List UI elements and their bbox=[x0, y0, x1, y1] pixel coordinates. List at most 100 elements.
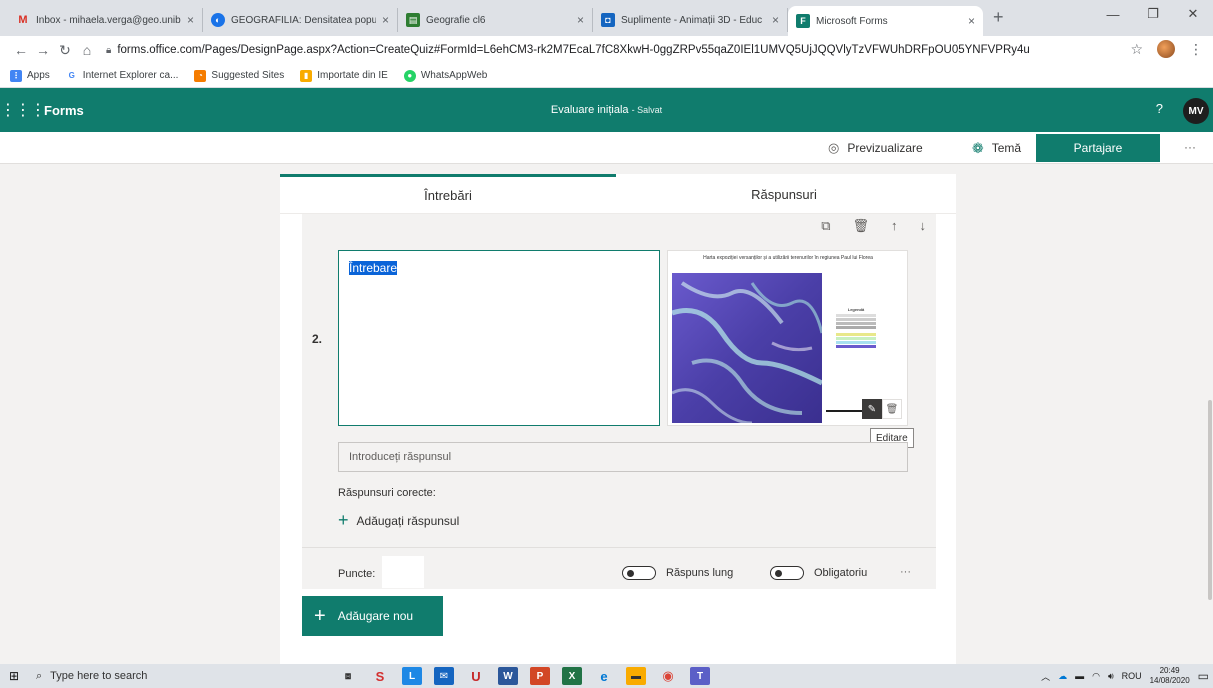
tab-responses-label: Răspunsuri bbox=[751, 186, 817, 202]
edu-icon: ◘ bbox=[601, 13, 615, 27]
image-controls: ✎ 🗑︎ bbox=[862, 399, 902, 419]
app-s-icon[interactable]: S bbox=[370, 667, 390, 685]
clock-date: 14/08/2020 bbox=[1149, 676, 1190, 685]
bookmark-internet-explorer[interactable]: G Internet Explorer ca... bbox=[66, 70, 179, 82]
forms-toolbar: ◎ Previzualizare ❁ Temă Partajare ··· bbox=[0, 132, 1213, 164]
points-input[interactable] bbox=[382, 556, 424, 588]
bookmark-star-icon[interactable]: ☆ bbox=[1130, 41, 1143, 58]
reload-icon[interactable]: ↻ bbox=[54, 42, 76, 59]
edit-pencil-icon[interactable]: ✎ bbox=[862, 399, 882, 419]
form-title[interactable]: Evaluare inițiala - Salvat bbox=[0, 104, 1213, 116]
bookmark-apps[interactable]: ⋮ Apps bbox=[10, 69, 50, 82]
delete-icon[interactable]: 🗑︎ bbox=[852, 218, 869, 234]
word-icon[interactable]: W bbox=[498, 667, 518, 685]
gmail-icon: M bbox=[18, 14, 28, 26]
file-explorer-icon[interactable]: ▬ bbox=[626, 667, 646, 685]
bookmark-whatsapp[interactable]: ● WhatsAppWeb bbox=[403, 69, 487, 82]
close-tab-icon[interactable]: × bbox=[577, 13, 584, 27]
volume-icon[interactable]: 🔊︎ bbox=[1108, 671, 1114, 682]
tray-expand-icon[interactable]: ︿ bbox=[1041, 670, 1050, 683]
close-tab-icon[interactable]: × bbox=[187, 13, 194, 27]
share-button[interactable]: Partajare bbox=[1036, 134, 1160, 162]
long-answer-toggle[interactable]: Răspuns lung bbox=[622, 566, 733, 580]
url-text: forms.office.com/Pages/DesignPage.aspx?A… bbox=[117, 44, 1030, 56]
scrollbar-thumb[interactable] bbox=[1208, 400, 1212, 600]
move-up-icon[interactable]: ↑ bbox=[891, 218, 898, 234]
close-tab-icon[interactable]: × bbox=[772, 13, 779, 27]
window-controls: — ❐ ✕ bbox=[1093, 0, 1213, 28]
question-editor: ⧉ 🗑︎ ↑ ↓ 2. Întrebare Harta expoziției v… bbox=[302, 214, 936, 589]
saved-status: - Salvat bbox=[631, 105, 663, 115]
browser-tab-geografilia[interactable]: ◐ GEOGRAFILIA: Densitatea popula × bbox=[203, 8, 398, 32]
clock-time: 20:49 bbox=[1159, 666, 1180, 675]
forward-icon[interactable]: → bbox=[32, 42, 54, 58]
notifications-icon[interactable]: ▭ bbox=[1198, 669, 1209, 683]
browser-tab-forms[interactable]: F Microsoft Forms × bbox=[788, 6, 983, 36]
excel-icon[interactable]: X bbox=[562, 667, 582, 685]
teams-icon[interactable]: T bbox=[690, 667, 710, 685]
legend-title: Legendă bbox=[847, 307, 865, 312]
close-tab-icon[interactable]: × bbox=[382, 13, 389, 27]
onedrive-icon[interactable]: ☁ bbox=[1058, 671, 1067, 682]
profile-avatar[interactable] bbox=[1157, 40, 1175, 58]
address-bar: ← → ↻ ⌂ 🔒︎ forms.office.com/Pages/DesignP… bbox=[0, 36, 1213, 64]
browser-tab-gmail[interactable]: M Inbox - mihaela.verga@geo.unib × bbox=[8, 8, 203, 32]
url-field[interactable]: 🔒︎ forms.office.com/Pages/DesignPage.aspx… bbox=[106, 44, 1066, 56]
tab-responses[interactable]: Răspunsuri bbox=[616, 174, 952, 214]
answer-input[interactable]: Introduceți răspunsul bbox=[338, 442, 908, 472]
question-footer: Puncte: Răspuns lung Obligatoriu ··· bbox=[302, 547, 936, 589]
wifi-icon[interactable]: ◠ bbox=[1092, 671, 1100, 682]
edge-icon[interactable]: e bbox=[594, 667, 614, 685]
mcafee-icon[interactable]: U bbox=[466, 667, 486, 685]
tab-title: Geografie cl6 bbox=[426, 14, 486, 26]
google-icon: G bbox=[68, 71, 75, 80]
language-indicator[interactable]: ROU bbox=[1122, 671, 1142, 681]
move-down-icon[interactable]: ↓ bbox=[920, 218, 927, 234]
taskbar-apps: ⧈ S L ✉ U W P X e ▬ ◉ T bbox=[338, 667, 710, 685]
tab-questions[interactable]: Întrebări bbox=[280, 174, 616, 214]
question-more-icon[interactable]: ··· bbox=[900, 566, 911, 578]
mail-icon[interactable]: ✉ bbox=[434, 667, 454, 685]
legend-swatch bbox=[836, 314, 876, 317]
new-tab-icon[interactable]: + bbox=[993, 7, 1004, 28]
toggle-switch[interactable] bbox=[770, 566, 804, 580]
minimize-icon[interactable]: — bbox=[1093, 0, 1133, 28]
theme-button[interactable]: ❁ Temă bbox=[972, 132, 1021, 164]
copy-icon[interactable]: ⧉ bbox=[821, 218, 830, 234]
browser-menu-icon[interactable]: ⋮ bbox=[1189, 41, 1203, 58]
bookmark-suggested-sites[interactable]: ◔ Suggested Sites bbox=[194, 69, 285, 82]
plus-icon: + bbox=[338, 510, 349, 530]
maximize-icon[interactable]: ❐ bbox=[1133, 0, 1173, 28]
map-legend: Legendă bbox=[836, 307, 876, 349]
bookmark-label: Suggested Sites bbox=[211, 70, 285, 81]
home-icon[interactable]: ⌂ bbox=[76, 42, 98, 58]
delete-image-icon[interactable]: 🗑︎ bbox=[882, 399, 902, 419]
question-text-input[interactable]: Întrebare bbox=[338, 250, 660, 426]
windows-start-icon[interactable]: ⊞ bbox=[0, 669, 28, 683]
clock[interactable]: 20:49 14/08/2020 bbox=[1150, 666, 1190, 686]
required-toggle[interactable]: Obligatoriu bbox=[770, 566, 867, 580]
back-icon[interactable]: ← bbox=[10, 42, 32, 58]
more-options-icon[interactable]: ··· bbox=[1184, 140, 1196, 154]
toggle-switch[interactable] bbox=[622, 566, 656, 580]
taskbar-search[interactable]: ⌕ Type here to search bbox=[28, 664, 318, 688]
close-tab-icon[interactable]: × bbox=[968, 14, 975, 28]
folder-icon: ▮ bbox=[300, 69, 313, 82]
bookmark-importate[interactable]: ▮ Importate din IE bbox=[300, 69, 388, 82]
preview-button[interactable]: ◎ Previzualizare bbox=[828, 132, 923, 164]
browser-tab-suplimente[interactable]: ◘ Suplimente - Animații 3D - Educ × bbox=[593, 8, 788, 32]
long-answer-label: Răspuns lung bbox=[666, 567, 734, 579]
battery-icon[interactable]: ▬ bbox=[1075, 671, 1084, 681]
task-view-icon[interactable]: ⧈ bbox=[338, 667, 358, 685]
add-new-button[interactable]: + Adăugare nou bbox=[302, 596, 443, 636]
close-window-icon[interactable]: ✕ bbox=[1173, 0, 1213, 28]
app-l-icon[interactable]: L bbox=[402, 667, 422, 685]
theme-label: Temă bbox=[991, 141, 1022, 155]
help-icon[interactable]: ? bbox=[1156, 101, 1163, 116]
user-avatar[interactable]: MV bbox=[1183, 98, 1209, 124]
legend-swatch bbox=[836, 341, 876, 344]
chrome-icon[interactable]: ◉ bbox=[658, 667, 678, 685]
browser-tab-geografie[interactable]: ▤ Geografie cl6 × bbox=[398, 8, 593, 32]
add-answer-button[interactable]: + Adăugați răspunsul bbox=[338, 510, 459, 531]
powerpoint-icon[interactable]: P bbox=[530, 667, 550, 685]
